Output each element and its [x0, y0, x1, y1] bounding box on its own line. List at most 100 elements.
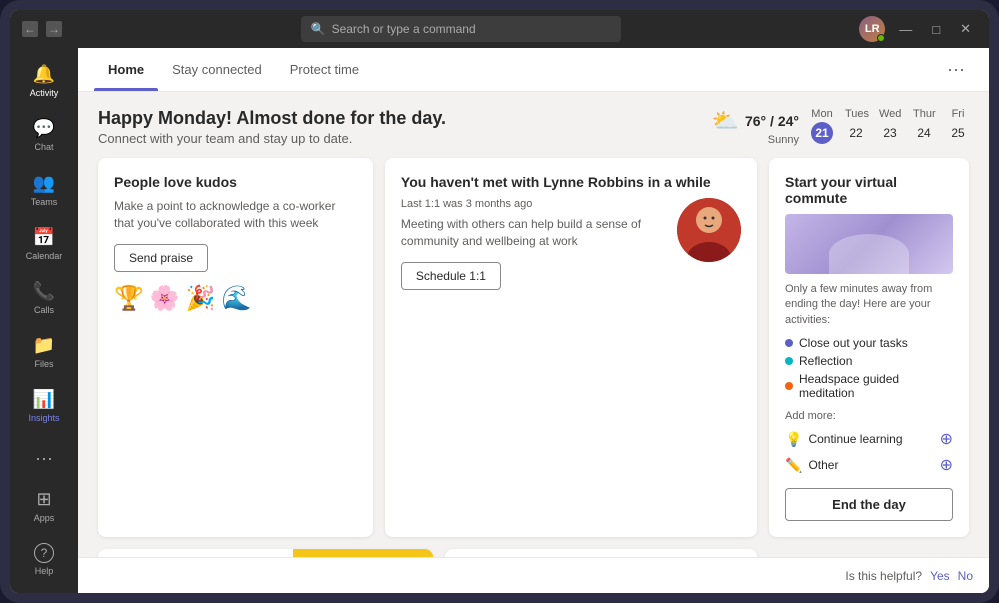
activity-tasks: Close out your tasks	[785, 336, 953, 350]
app-window: ← → 🔍 Search or type a command LR — □ ✕	[10, 10, 989, 593]
page-header: Happy Monday! Almost done for the day. C…	[98, 108, 969, 146]
device-frame: ← → 🔍 Search or type a command LR — □ ✕	[0, 0, 999, 603]
sidebar-more-button[interactable]: ···	[27, 440, 61, 477]
greeting-section: Happy Monday! Almost done for the day. C…	[98, 108, 446, 146]
sidebar-item-calendar[interactable]: 📅 Calendar	[18, 219, 70, 269]
add-more-section: Add more: 💡 Continue learning ⊕	[785, 410, 953, 478]
add-other-button[interactable]: ⊕	[940, 455, 953, 475]
calendar-icon: 📅	[33, 227, 55, 248]
sidebar-item-chat[interactable]: 💬 Chat	[18, 110, 70, 160]
kudos-emojis: 🏆 🌸 🎉 🌊	[114, 284, 357, 313]
add-item-other: ✏️ Other ⊕	[785, 452, 953, 478]
schedule-1on1-button[interactable]: Schedule 1:1	[401, 262, 501, 290]
content-area: Home Stay connected Protect time ···	[78, 48, 989, 593]
commute-filler	[769, 549, 969, 557]
back-button[interactable]: ←	[22, 21, 38, 37]
avatar-lynne	[677, 198, 741, 262]
cal-date-22[interactable]: 22	[845, 122, 867, 144]
commute-image	[785, 214, 953, 274]
kudos-emoji-3: 🎉	[186, 284, 216, 313]
commute-card: Start your virtual commute Only a few mi…	[769, 158, 969, 537]
title-bar-right: LR — □ ✕	[859, 16, 977, 42]
greeting-title: Happy Monday! Almost done for the day.	[98, 108, 446, 129]
search-icon: 🔍	[311, 22, 326, 36]
sidebar-item-teams[interactable]: 👥 Teams	[18, 164, 70, 214]
add-more-label: Add more:	[785, 410, 953, 422]
activity-reflection: Reflection	[785, 354, 953, 368]
avatar: LR	[859, 16, 885, 42]
lynne-card: You haven't met with Lynne Robbins in a …	[385, 158, 757, 537]
kudos-emoji-2: 🌸	[150, 284, 180, 313]
add-item-learning-left: 💡 Continue learning	[785, 431, 903, 448]
page-content: Happy Monday! Almost done for the day. C…	[78, 92, 989, 557]
sidebar-item-insights[interactable]: 📊 Insights	[18, 381, 70, 431]
commute-title: Start your virtual commute	[785, 174, 953, 206]
title-bar: ← → 🔍 Search or type a command LR — □ ✕	[10, 10, 989, 48]
tab-more-button[interactable]: ···	[939, 55, 973, 84]
commute-text: Only a few minutes away from ending the …	[785, 282, 953, 328]
sidebar-item-apps[interactable]: ⊞ Apps	[18, 481, 70, 531]
tab-bar: Home Stay connected Protect time ···	[78, 48, 989, 92]
other-icon: ✏️	[785, 457, 802, 474]
main-layout: 🔔 Activity 💬 Chat 👥 Teams 📅 Calendar 📞	[10, 48, 989, 593]
lynne-text-area: Last 1:1 was 3 months ago Meeting with o…	[401, 198, 665, 290]
title-bar-left: ← →	[22, 21, 62, 37]
cal-date-24[interactable]: 24	[913, 122, 935, 144]
activity-dot-teal	[785, 357, 793, 365]
cal-date-23[interactable]: 23	[879, 122, 901, 144]
activity-meditation: Headspace guided meditation	[785, 372, 953, 400]
helpful-bar: Is this helpful? Yes No	[78, 557, 989, 593]
weather-box: ⛅ 76° / 24° Sunny	[712, 108, 799, 146]
search-bar[interactable]: 🔍 Search or type a command	[301, 16, 621, 42]
files-icon: 📁	[33, 335, 55, 356]
presence-badge	[877, 34, 885, 42]
sidebar: 🔔 Activity 💬 Chat 👥 Teams 📅 Calendar 📞	[10, 48, 78, 593]
maximize-button[interactable]: □	[926, 22, 946, 37]
feelings-card: How are you feeling? 😄 🙂 😐 😟 😣 By select…	[445, 549, 757, 557]
tabs: Home Stay connected Protect time	[94, 48, 373, 91]
lynne-subtitle: Last 1:1 was 3 months ago	[401, 198, 665, 210]
insights-icon: 📊	[33, 389, 55, 410]
calendar-days-header: Mon Tues Wed Thur Fri	[811, 108, 969, 120]
search-placeholder: Search or type a command	[332, 22, 476, 36]
cal-date-21[interactable]: 21	[811, 122, 833, 144]
kudos-emoji-4: 🌊	[222, 284, 252, 313]
send-praise-button[interactable]: Send praise	[114, 244, 208, 272]
help-icon: ?	[34, 543, 54, 563]
kudos-text: Make a point to acknowledge a co-worker …	[114, 198, 357, 232]
cal-date-25[interactable]: 25	[947, 122, 969, 144]
weather-description: Sunny	[712, 134, 799, 146]
helpful-yes[interactable]: Yes	[930, 569, 950, 583]
activity-dot-orange	[785, 382, 793, 390]
add-learning-button[interactable]: ⊕	[940, 429, 953, 449]
activity-icon: 🔔	[33, 64, 55, 85]
minimize-button[interactable]: —	[893, 22, 918, 37]
sidebar-item-calls[interactable]: 📞 Calls	[18, 273, 70, 323]
close-button[interactable]: ✕	[954, 21, 977, 37]
lynne-avatar-svg	[677, 198, 741, 262]
kudos-title: People love kudos	[114, 174, 357, 190]
forward-button[interactable]: →	[46, 21, 62, 37]
calendar-dates: 21 22 23 24 25	[811, 122, 969, 144]
kudos-emoji-1: 🏆	[114, 284, 144, 313]
chat-icon: 💬	[33, 118, 55, 139]
greeting-subtitle: Connect with your team and stay up to da…	[98, 131, 446, 146]
bottom-cards-row: Give your mind a break Headspace's scien…	[98, 549, 969, 557]
sidebar-item-activity[interactable]: 🔔 Activity	[18, 56, 70, 106]
apps-icon: ⊞	[36, 489, 51, 510]
commute-activities: Close out your tasks Reflection Headspac…	[785, 336, 953, 400]
lynne-title: You haven't met with Lynne Robbins in a …	[401, 174, 741, 190]
tab-home[interactable]: Home	[94, 48, 158, 91]
kudos-card: People love kudos Make a point to acknow…	[98, 158, 373, 537]
helpful-no[interactable]: No	[958, 569, 973, 583]
calendar-box: Mon Tues Wed Thur Fri 21 22 23	[811, 108, 969, 144]
lynne-content: Last 1:1 was 3 months ago Meeting with o…	[401, 198, 741, 290]
sidebar-item-help[interactable]: ? Help	[18, 535, 70, 585]
sidebar-item-files[interactable]: 📁 Files	[18, 327, 70, 377]
lynne-body: Meeting with others can help build a sen…	[401, 216, 665, 250]
weather-row: ⛅ 76° / 24°	[712, 108, 799, 134]
helpful-label: Is this helpful?	[845, 569, 922, 583]
end-day-button[interactable]: End the day	[785, 488, 953, 521]
tab-protect-time[interactable]: Protect time	[276, 48, 373, 91]
tab-stay-connected[interactable]: Stay connected	[158, 48, 276, 91]
